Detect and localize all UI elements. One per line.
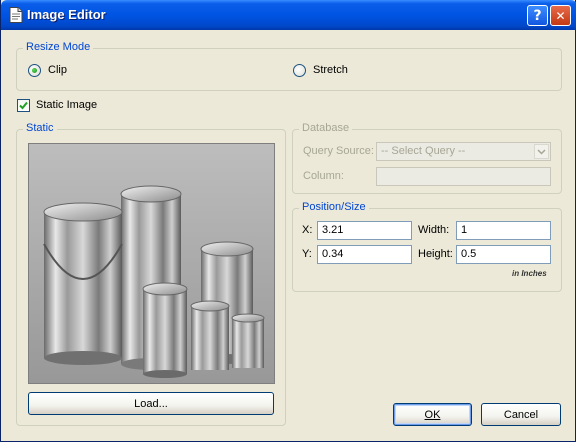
database-legend: Database	[299, 122, 353, 134]
query-source-value: -- Select Query --	[381, 145, 466, 157]
height-label: Height:	[418, 248, 453, 260]
query-source-label: Query Source:	[303, 145, 374, 157]
query-source-select[interactable]: -- Select Query --	[376, 142, 551, 161]
height-input[interactable]: 0.5	[456, 245, 551, 264]
ok-button-label: OK	[424, 408, 441, 421]
static-image-checkbox[interactable]	[17, 99, 30, 112]
x-label: X:	[302, 224, 313, 236]
chevron-down-icon	[534, 144, 549, 159]
document-icon	[9, 7, 23, 23]
y-label: Y:	[302, 248, 312, 260]
help-button[interactable]: ?	[527, 5, 548, 26]
width-input[interactable]: 1	[456, 221, 551, 240]
clip-label[interactable]: Clip	[48, 64, 67, 76]
units-note: in Inches	[512, 269, 547, 278]
load-button[interactable]: Load...	[28, 392, 274, 415]
y-input[interactable]: 0.34	[317, 245, 412, 264]
resize-mode-group: Resize Mode	[16, 41, 562, 91]
paint-cans-image	[29, 144, 274, 383]
window-title: Image Editor	[27, 7, 106, 22]
column-label: Column:	[303, 170, 344, 182]
cancel-button-label: Cancel	[503, 408, 539, 421]
load-button-label: Load...	[134, 397, 168, 410]
cancel-button[interactable]: Cancel	[481, 403, 561, 426]
width-label: Width:	[418, 224, 450, 236]
help-icon: ?	[533, 7, 542, 24]
image-preview	[28, 143, 275, 384]
x-input[interactable]: 3.21	[317, 221, 412, 240]
title-bar[interactable]: Image Editor ? ✕	[1, 0, 576, 30]
static-legend: Static	[23, 122, 57, 134]
static-image-label[interactable]: Static Image	[36, 99, 97, 111]
resize-mode-legend: Resize Mode	[23, 41, 94, 53]
close-icon: ✕	[555, 8, 566, 23]
image-editor-dialog: Image Editor ? ✕ Resize Mode Clip Stretc…	[0, 0, 576, 442]
stretch-label[interactable]: Stretch	[313, 64, 348, 76]
position-size-legend: Position/Size	[299, 201, 369, 213]
ok-button[interactable]: OK	[393, 403, 472, 426]
stretch-radio[interactable]	[293, 64, 306, 77]
radio-selected-dot	[32, 68, 37, 73]
checkmark-icon	[19, 101, 28, 110]
column-field[interactable]	[376, 167, 551, 186]
close-button[interactable]: ✕	[550, 5, 571, 26]
clip-radio[interactable]	[28, 64, 41, 77]
